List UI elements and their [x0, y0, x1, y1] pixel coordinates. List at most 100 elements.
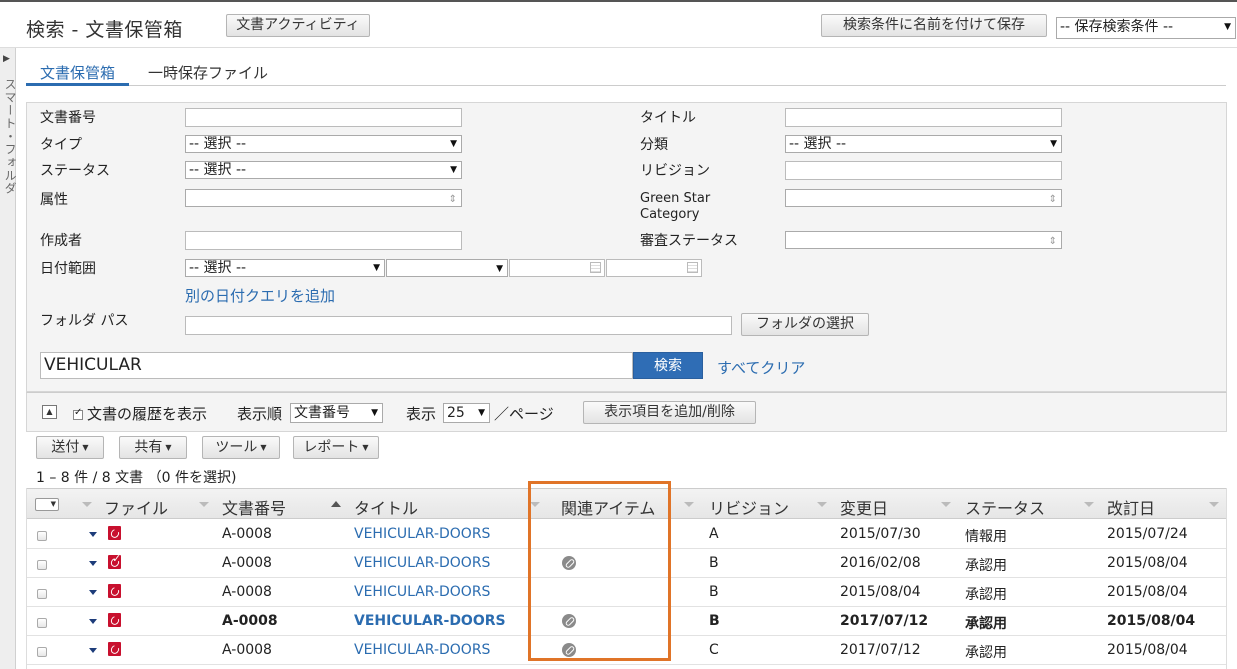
related-link-icon[interactable]: [562, 614, 576, 628]
column-revised-date[interactable]: 改訂日: [1107, 495, 1155, 519]
clear-all-link[interactable]: すべてクリア: [717, 357, 805, 378]
status-select[interactable]: -- 選択 -- ▼: [185, 161, 462, 179]
expand-arrow-icon[interactable]: ▶: [3, 54, 10, 64]
pdf-file-icon[interactable]: [108, 552, 121, 569]
row-title-link[interactable]: VEHICULAR-DOORS: [354, 555, 490, 571]
sort-select[interactable]: 文書番号 ▼: [290, 403, 383, 423]
column-menu-icon[interactable]: [530, 502, 540, 507]
column-menu-icon[interactable]: [199, 502, 209, 507]
report-label: レポート: [303, 439, 360, 456]
column-menu-icon[interactable]: [82, 502, 92, 507]
tab-document-vault[interactable]: 文書保管箱: [26, 62, 130, 86]
column-doc-number[interactable]: 文書番号: [222, 495, 286, 519]
row-title-link[interactable]: VEHICULAR-DOORS: [354, 526, 490, 542]
date-to-input[interactable]: [606, 259, 702, 277]
green-star-label: Green Star Category: [640, 191, 711, 222]
column-status[interactable]: ステータス: [965, 495, 1045, 519]
column-revision[interactable]: リビジョン: [709, 495, 789, 519]
review-status-multiselect[interactable]: ⇕: [785, 231, 1062, 249]
column-menu-icon[interactable]: [1209, 502, 1219, 507]
category-select-value: -- 選択 --: [789, 136, 847, 152]
keyword-search-input[interactable]: VEHICULAR: [40, 352, 633, 379]
author-input[interactable]: [185, 231, 462, 250]
table-row[interactable]: A-0008 VEHICULAR-DOORS B 2016/02/08 承認用 2015/…: [27, 549, 1226, 578]
table-row[interactable]: A-0008 VEHICULAR-DOORS A 2015/07/30 情報用 2015/…: [27, 520, 1226, 549]
send-button[interactable]: 送付 ▼: [36, 436, 104, 459]
column-menu-icon[interactable]: [684, 502, 694, 507]
pdf-file-icon[interactable]: [108, 642, 121, 656]
search-button[interactable]: 検索: [633, 352, 703, 379]
add-date-query-link[interactable]: 別の日付クエリを追加: [185, 285, 335, 306]
show-history-checkbox[interactable]: [73, 407, 83, 420]
share-button[interactable]: 共有 ▼: [119, 436, 187, 459]
doc-activity-button[interactable]: 文書アクティビティ: [226, 14, 370, 37]
green-star-multiselect[interactable]: ⇕: [785, 189, 1062, 207]
tools-button[interactable]: ツール ▼: [202, 436, 280, 459]
pdf-file-icon[interactable]: [108, 584, 121, 598]
doc-number-input[interactable]: [185, 108, 462, 127]
category-select[interactable]: -- 選択 -- ▼: [785, 135, 1062, 153]
type-select[interactable]: -- 選択 -- ▼: [185, 135, 462, 153]
column-file[interactable]: ファイル: [104, 495, 168, 519]
folder-path-input[interactable]: [185, 316, 732, 335]
date-range-select[interactable]: -- 選択 -- ▼: [185, 259, 385, 277]
related-link-icon[interactable]: [562, 556, 576, 570]
page-size-select[interactable]: 25 ▼: [443, 403, 490, 423]
row-modified-date: 2016/02/08: [840, 555, 921, 571]
table-row[interactable]: A-0008 VEHICULAR-DOORS C 2017/07/12 承認用 2015/…: [27, 636, 1226, 665]
row-menu-icon[interactable]: [89, 648, 97, 653]
status-label: ステータス: [40, 163, 110, 179]
tab-temp-files[interactable]: 一時保存ファイル: [134, 62, 282, 86]
row-menu-icon[interactable]: [89, 619, 97, 624]
table-row[interactable]: A-0008 VEHICULAR-DOORS B 2017/07/12 承認用 2015/…: [27, 607, 1226, 636]
row-checkbox[interactable]: [37, 560, 47, 570]
row-checkbox[interactable]: [37, 618, 47, 628]
row-title-link[interactable]: VEHICULAR-DOORS: [354, 642, 490, 658]
select-all-checkbox[interactable]: ▼: [35, 498, 59, 511]
action-bar: 送付 ▼ 共有 ▼ ツール ▼ レポート ▼ 1 – 8 件 / 8 文書 （0 件を選…: [26, 432, 1227, 492]
calendar-icon[interactable]: [687, 262, 698, 273]
related-link-icon[interactable]: [562, 643, 576, 657]
smart-folder-panel[interactable]: ▶ スマート・フォルダ: [0, 48, 17, 669]
row-title-link[interactable]: VEHICULAR-DOORS: [354, 584, 490, 600]
add-remove-columns-button[interactable]: 表示項目を追加/削除: [583, 401, 756, 424]
attribute-multiselect[interactable]: ⇕: [185, 189, 462, 207]
show-history-toggle[interactable]: 文書の履歴を表示: [73, 403, 207, 424]
column-related-items[interactable]: 関連アイテム: [561, 495, 655, 519]
report-button[interactable]: レポート ▼: [293, 436, 379, 459]
row-menu-icon[interactable]: [89, 561, 97, 566]
column-menu-icon[interactable]: [1084, 502, 1094, 507]
send-label: 送付: [51, 439, 80, 456]
saved-search-select[interactable]: -- 保存検索条件 -- ▼: [1056, 17, 1236, 39]
column-modified-date[interactable]: 変更日: [840, 495, 888, 519]
row-menu-icon[interactable]: [89, 590, 97, 595]
row-status: 情報用: [965, 529, 1007, 545]
column-menu-icon[interactable]: [817, 502, 827, 507]
revision-input[interactable]: [785, 161, 1062, 180]
row-status: 承認用: [965, 616, 1007, 632]
title-input[interactable]: [785, 108, 1062, 127]
row-doc-number: A-0008: [222, 642, 272, 658]
row-modified-date: 2017/07/12: [840, 642, 921, 658]
chevron-down-icon: ▼: [496, 264, 503, 274]
calendar-icon[interactable]: [590, 262, 601, 273]
table-row[interactable]: A-0008 VEHICULAR-DOORS B 2015/08/04 承認用 2015/…: [27, 578, 1226, 607]
column-title[interactable]: タイトル: [354, 495, 418, 519]
sort-ascending-icon[interactable]: [331, 501, 341, 507]
pdf-file-icon[interactable]: [108, 526, 121, 540]
type-select-value: -- 選択 --: [189, 136, 247, 152]
column-menu-icon[interactable]: [941, 502, 951, 507]
save-search-button[interactable]: 検索条件に名前を付けて保存: [821, 14, 1047, 37]
row-title-link[interactable]: VEHICULAR-DOORS: [354, 613, 506, 629]
date-from-input[interactable]: [509, 259, 605, 277]
multiselect-arrow-icon: ⇕: [1048, 236, 1057, 247]
page-header: 検索 - 文書保管箱 文書アクティビティ 検索条件に名前を付けて保存 -- 保存…: [0, 2, 1237, 48]
row-checkbox[interactable]: [37, 589, 47, 599]
row-checkbox[interactable]: [37, 531, 47, 541]
row-checkbox[interactable]: [37, 647, 47, 657]
pdf-file-icon[interactable]: [108, 613, 121, 627]
row-menu-icon[interactable]: [89, 532, 97, 537]
folder-select-button[interactable]: フォルダの選択: [741, 313, 869, 336]
collapse-panel-icon[interactable]: ▲: [42, 405, 57, 419]
date-operator-select[interactable]: ▼: [386, 259, 508, 277]
